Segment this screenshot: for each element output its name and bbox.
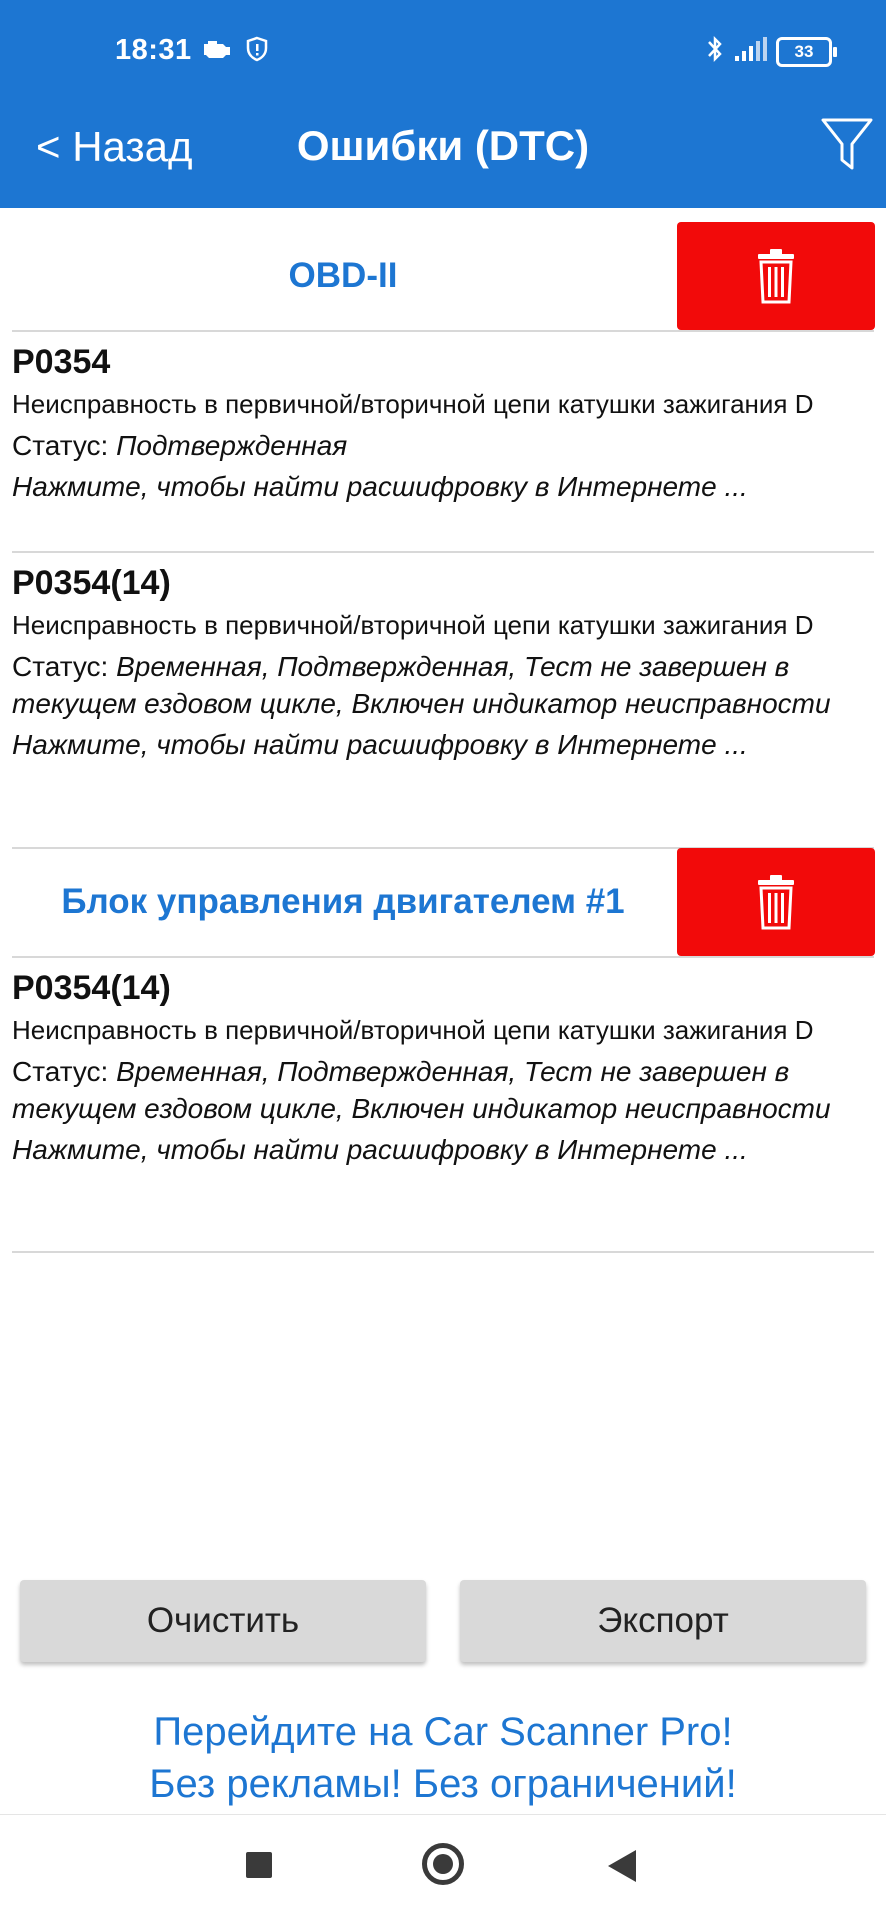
recent-apps-icon[interactable] [246,1852,272,1878]
dtc-status: Статус: Подтвержденная [12,427,832,464]
search-online-link[interactable]: Нажмите, чтобы найти расшифровку в Интер… [12,468,862,505]
section-header-obd2: OBD-II [0,222,886,330]
status-icons: 33 [704,34,837,69]
search-online-link[interactable]: Нажмите, чтобы найти расшифровку в Интер… [12,726,862,763]
shield-icon [246,36,268,67]
back-icon[interactable] [608,1850,636,1882]
delete-button[interactable] [677,222,875,330]
page-title: Ошибки (DTC) [296,122,590,169]
trash-icon [758,875,794,930]
delete-button[interactable] [677,848,875,956]
section-title: Блок управления двигателем #1 [61,882,625,921]
home-icon[interactable] [422,1843,464,1885]
engine-icon [200,36,234,63]
divider [12,1251,874,1253]
section-header-ecu: Блок управления двигателем #1 [0,848,886,956]
status-label: Статус: [12,430,117,461]
dtc-item[interactable]: P0354 Неисправность в первичной/вторично… [12,332,862,505]
dtc-code: P0354 [12,343,111,381]
filter-icon [821,118,873,170]
export-button[interactable]: Экспорт [460,1580,866,1662]
status-value: Подтвержденная [116,430,348,461]
dtc-item[interactable]: P0354(14) Неисправность в первичной/втор… [12,958,862,1168]
pro-promo-link[interactable]: Перейдите на Car Scanner Pro! Без реклам… [0,1706,886,1810]
promo-line-1: Перейдите на Car Scanner Pro! [153,1710,733,1754]
status-label: Статус: [12,1056,117,1087]
bluetooth-icon [704,34,726,69]
dtc-code: P0354(14) [12,564,171,602]
dtc-status: Статус: Временная, Подтвержденная, Тест … [12,648,832,722]
dtc-description: Неисправность в первичной/вторичной цепи… [12,610,814,640]
dtc-description: Неисправность в первичной/вторичной цепи… [12,1015,814,1045]
battery-icon: 33 [776,36,837,67]
app-header: 18:31 33 < Назад Ошибки (DTC) [0,0,886,208]
promo-line-2: Без рекламы! Без ограничений! [149,1762,737,1806]
status-time: 18:31 [115,34,192,66]
filter-button[interactable] [820,116,880,176]
clear-button[interactable]: Очистить [20,1580,426,1662]
status-value: Временная, Подтвержденная, Тест не завер… [12,651,831,719]
dtc-status: Статус: Временная, Подтвержденная, Тест … [12,1053,832,1127]
status-value: Временная, Подтвержденная, Тест не завер… [12,1056,831,1124]
status-label: Статус: [12,651,117,682]
search-online-link[interactable]: Нажмите, чтобы найти расшифровку в Интер… [12,1131,862,1168]
dtc-code: P0354(14) [12,969,171,1007]
signal-icon [734,36,768,67]
trash-icon [758,249,794,304]
section-title: OBD-II [288,256,398,295]
dtc-description: Неисправность в первичной/вторичной цепи… [12,389,814,419]
dtc-item[interactable]: P0354(14) Неисправность в первичной/втор… [12,553,862,763]
system-navbar [0,1814,886,1921]
